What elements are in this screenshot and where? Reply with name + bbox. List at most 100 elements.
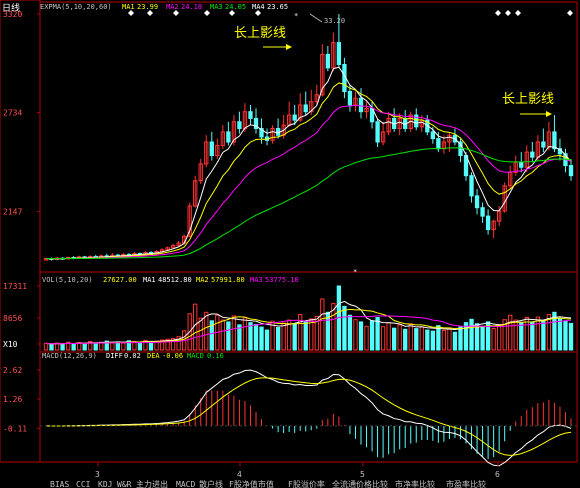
tab-label: 散户线 xyxy=(199,479,223,488)
ma1-label: MA1 xyxy=(122,3,135,11)
volume-bar xyxy=(309,318,314,351)
peak-price-label: 33.20 xyxy=(324,17,345,25)
volume-bar xyxy=(375,316,380,351)
macd-diff-line xyxy=(45,369,572,467)
volume-bar xyxy=(49,343,54,351)
tab-11[interactable]: 市盈率比较 xyxy=(446,479,486,488)
volume-bar xyxy=(414,328,419,351)
volume-bar xyxy=(519,322,524,351)
x-tick-label: 3 xyxy=(95,470,100,479)
tab-2[interactable]: KDJ xyxy=(98,480,112,488)
volume-bar xyxy=(226,321,231,351)
price-tick-label: 2734 xyxy=(3,109,22,118)
volume-bar xyxy=(148,341,154,351)
ema5-line xyxy=(45,66,572,260)
volume-bar xyxy=(60,343,65,351)
y-axis-box xyxy=(0,0,41,463)
volume-bar xyxy=(557,318,563,351)
tab-4[interactable]: 主力进出 xyxy=(136,479,168,488)
volume-bar xyxy=(497,323,502,351)
price-tick-label: 3320 xyxy=(3,10,22,19)
ma4-value: 23.65 xyxy=(267,3,288,11)
candle-body xyxy=(469,175,474,197)
volume-bar xyxy=(452,331,458,351)
tab-0[interactable]: BIAS xyxy=(50,480,69,488)
candle-body xyxy=(303,104,308,113)
tab-10[interactable]: 市净率比较 xyxy=(395,479,435,488)
volume-bar xyxy=(369,320,375,351)
event-diamond-icon[interactable] xyxy=(567,10,573,16)
vol-tick-label: 8656 xyxy=(3,314,22,323)
ma2-value: 24.18 xyxy=(181,3,202,11)
volume-bar xyxy=(392,327,397,351)
event-diamond-icon[interactable] xyxy=(505,10,511,16)
ma1-value: 23.99 xyxy=(137,3,158,11)
macd-tick-label: 1.26 xyxy=(3,395,22,404)
candle-body xyxy=(237,121,242,130)
event-diamond-icon[interactable] xyxy=(515,10,521,16)
tab-7[interactable]: F股净值市值 xyxy=(229,479,274,488)
vol-ma2-label: MA2 xyxy=(196,276,209,284)
volume-bar xyxy=(204,311,209,351)
candle-body xyxy=(336,42,342,66)
candle-body xyxy=(430,131,435,140)
candle-body xyxy=(541,141,546,148)
ma3-label: MA3 xyxy=(210,3,223,11)
arrow-right-icon xyxy=(286,44,292,50)
annotation-left: 长上影线 xyxy=(234,26,286,41)
candle-body xyxy=(375,121,380,143)
price-tick-label: 2147 xyxy=(3,208,22,217)
tab-label: 市盈率比较 xyxy=(446,479,486,488)
volume-bar xyxy=(425,329,430,351)
vol-ma3-value: 53775.10 xyxy=(265,276,299,284)
volume-bar xyxy=(292,323,297,351)
event-diamond-icon[interactable] xyxy=(495,10,501,16)
tab-8[interactable]: F股溢价率 xyxy=(288,479,325,488)
vol-value: 27627.00 xyxy=(103,276,137,284)
volume-bar xyxy=(563,320,568,351)
tab-6[interactable]: 散户线 xyxy=(199,479,223,488)
vol-ma1-value: 48512.80 xyxy=(158,276,192,284)
candle-body xyxy=(485,215,491,231)
ma4-label: MA4 xyxy=(252,3,265,11)
volume-bar xyxy=(275,326,281,351)
volume-bar xyxy=(253,323,259,351)
asterisk-icon: * xyxy=(353,268,357,276)
macd-dea-line xyxy=(45,377,572,456)
candle-body xyxy=(347,90,353,106)
volume-bar xyxy=(259,326,264,351)
candle-body xyxy=(474,195,480,209)
vol-tick-label: X10 xyxy=(3,340,18,349)
volume-bar xyxy=(281,322,286,351)
tab-3[interactable]: W&R xyxy=(117,480,132,488)
event-markers[interactable]: * * xyxy=(128,10,573,276)
volume-bar xyxy=(358,321,364,351)
vol-ma2-value: 57991.80 xyxy=(211,276,245,284)
x-tick-label: 4 xyxy=(237,470,242,479)
tab-9[interactable]: 全流通价格比较 xyxy=(332,479,388,488)
volume-bar xyxy=(121,342,126,351)
annotation-right: 长上影线 xyxy=(502,92,554,107)
indicator-tabs[interactable]: BIAS CCI KDJ W&R 主力进出 MACD 散户线 F股净值市值 F股溢价率 全流通价格… xyxy=(50,479,486,488)
ma2-label: MA2 xyxy=(166,3,179,11)
tab-5[interactable]: MACD xyxy=(176,480,195,488)
tab-label: F股净值市值 xyxy=(229,479,274,488)
volume-bar xyxy=(530,321,535,351)
volume-bar xyxy=(364,325,369,351)
volume-bar xyxy=(342,305,347,351)
volume-bar xyxy=(347,314,353,351)
tab-label: BIAS xyxy=(50,480,69,488)
vol-title: VOL(5,10,20) xyxy=(42,276,93,284)
ma3-value: 24.05 xyxy=(225,3,246,11)
volume-bar xyxy=(380,326,386,351)
x-tick-label: 5 xyxy=(360,470,365,479)
arrow-right-icon xyxy=(546,111,552,117)
expma-label: EXPMA(5,10,20,60) xyxy=(40,3,112,11)
macd-title: MACD(12,26,9) xyxy=(42,352,97,360)
tab-1[interactable]: CCI xyxy=(76,480,91,488)
volume-bar xyxy=(474,323,480,351)
tab-label: 主力进出 xyxy=(136,479,168,488)
volume-bars-layer xyxy=(43,285,574,351)
volume-bar xyxy=(193,303,198,351)
volume-bar xyxy=(353,319,358,351)
